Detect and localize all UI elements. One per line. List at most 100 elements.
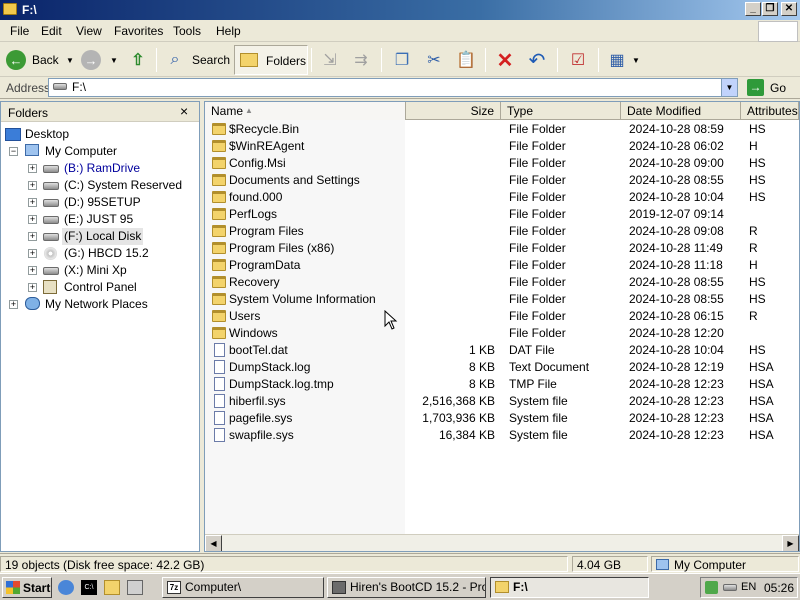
menu-file[interactable]: File (10, 24, 29, 38)
list-item[interactable]: Config.Msi File Folder 2024-10-28 09:00 HS (205, 155, 799, 172)
list-item[interactable]: Program Files (x86) File Folder 2024-10-28… (205, 240, 799, 257)
list-item[interactable]: Windows File Folder 2024-10-28 12:20 (205, 325, 799, 342)
list-item[interactable]: pagefile.sys 1,703,936 KB System file 2024-… (205, 410, 799, 427)
taskbar-button-hirens[interactable]: Hiren's BootCD 15.2 - Pro... (327, 577, 486, 598)
address-dropdown-icon[interactable]: ▼ (721, 79, 737, 96)
list-item[interactable]: $WinREAgent File Folder 2024-10-28 06:02 H (205, 138, 799, 155)
expand-icon[interactable]: + (28, 283, 37, 292)
taskbar-button-computer[interactable]: 7z Computer\ (162, 577, 324, 598)
folder-icon (212, 242, 226, 254)
menu-edit[interactable]: Edit (41, 24, 62, 38)
taskbar-button-f-drive[interactable]: F:\ (490, 577, 649, 598)
menu-bar: File Edit View Favorites Tools Help (0, 20, 800, 42)
delete-icon[interactable]: ✕ (494, 49, 516, 72)
expand-icon[interactable]: + (28, 215, 37, 224)
folder-icon (212, 276, 226, 288)
drive-icon[interactable] (723, 584, 737, 591)
recycle-icon[interactable] (705, 581, 718, 594)
cell-type: File Folder (509, 309, 566, 323)
cell-name: ProgramData (229, 258, 301, 272)
list-item[interactable]: Recovery File Folder 2024-10-28 08:55 HS (205, 274, 799, 291)
forward-icon[interactable]: → (80, 49, 102, 71)
cell-name: found.000 (229, 190, 283, 204)
cell-attributes: HS (749, 122, 766, 136)
column-header-size[interactable]: Size (406, 102, 501, 120)
go-button[interactable]: → Go (745, 79, 795, 97)
column-header-attributes[interactable]: Attributes (741, 102, 799, 120)
search-icon[interactable]: ⌕ (164, 49, 186, 71)
column-header-date-modified[interactable]: Date Modified (621, 102, 741, 120)
column-header-type[interactable]: Type (501, 102, 621, 120)
search-button-label[interactable]: Search (192, 53, 230, 67)
folder-icon (212, 225, 226, 237)
menu-help[interactable]: Help (216, 24, 241, 38)
list-item[interactable]: DumpStack.log 8 KB Text Document 2024-10-28… (205, 359, 799, 376)
menu-favorites[interactable]: Favorites (114, 24, 163, 38)
start-button[interactable]: Start (2, 577, 52, 598)
language-indicator[interactable]: EN (741, 581, 756, 593)
menu-view[interactable]: View (76, 24, 102, 38)
expand-icon[interactable]: + (28, 164, 37, 173)
internet-explorer-icon[interactable] (58, 580, 74, 595)
copy-icon[interactable]: ❐ (391, 49, 413, 71)
collapse-icon[interactable]: − (9, 147, 18, 156)
file-icon (214, 343, 225, 357)
list-item[interactable]: found.000 File Folder 2024-10-28 10:04 HS (205, 189, 799, 206)
scroll-right-button[interactable]: ▶ (782, 535, 799, 551)
column-header-name[interactable]: Name ▲ (205, 102, 406, 120)
clock: 05:26 (764, 581, 795, 595)
up-folder-icon[interactable]: ⇧ (127, 49, 149, 71)
expand-icon[interactable]: + (28, 181, 37, 190)
folder-icon (212, 140, 226, 152)
cell-type: Text Document (509, 360, 590, 374)
back-dropdown-icon[interactable]: ▼ (66, 56, 74, 65)
cut-icon[interactable]: ✂ (423, 49, 445, 71)
copy-to-icon[interactable]: ⇉ (350, 49, 372, 71)
folder-icon (3, 3, 17, 15)
list-item[interactable]: hiberfil.sys 2,516,368 KB System file 2024-… (205, 393, 799, 410)
menu-tools[interactable]: Tools (173, 24, 201, 38)
list-item[interactable]: swapfile.sys 16,384 KB System file 2024-10-… (205, 427, 799, 444)
back-icon[interactable]: ← (5, 49, 27, 71)
list-item[interactable]: bootTel.dat 1 KB DAT File 2024-10-28 10:04 H… (205, 342, 799, 359)
explorer-icon[interactable] (104, 580, 120, 595)
list-item[interactable]: System Volume Information File Folder 2024… (205, 291, 799, 308)
horizontal-scrollbar[interactable]: ◀ ▶ (205, 534, 799, 551)
title-bar[interactable]: F:\ _ ❐ ✕ (0, 0, 800, 20)
cell-type: System file (509, 428, 568, 442)
properties-icon[interactable]: ☑ (567, 49, 589, 71)
cell-type: File Folder (509, 156, 566, 170)
expand-icon[interactable]: + (9, 300, 18, 309)
list-item[interactable]: Program Files File Folder 2024-10-28 09:08… (205, 223, 799, 240)
list-item[interactable]: Documents and Settings File Folder 2024-10… (205, 172, 799, 189)
expand-icon[interactable]: + (28, 232, 37, 241)
cell-name: pagefile.sys (229, 411, 293, 425)
expand-icon[interactable]: + (28, 249, 37, 258)
expand-icon[interactable]: + (28, 266, 37, 275)
drive-icon (43, 216, 59, 224)
cell-name: swapfile.sys (229, 428, 294, 442)
list-item[interactable]: $Recycle.Bin File Folder 2024-10-28 08:59 H… (205, 121, 799, 138)
minimize-button[interactable]: _ (745, 2, 761, 16)
list-item[interactable]: Users File Folder 2024-10-28 06:15 R (205, 308, 799, 325)
undo-icon[interactable]: ↶ (526, 49, 548, 72)
command-prompt-icon[interactable]: C:\ (81, 580, 97, 595)
back-button-label[interactable]: Back (32, 53, 59, 67)
list-item[interactable]: DumpStack.log.tmp 8 KB TMP File 2024-10-28 … (205, 376, 799, 393)
list-item[interactable]: ProgramData File Folder 2024-10-28 11:18 H (205, 257, 799, 274)
close-button[interactable]: ✕ (781, 2, 797, 16)
paste-icon[interactable]: 📋 (455, 49, 477, 71)
maximize-button[interactable]: ❐ (762, 2, 778, 16)
folders-pane-close-button[interactable]: × (180, 103, 188, 119)
show-desktop-icon[interactable] (127, 580, 143, 595)
list-item[interactable]: PerfLogs File Folder 2019-12-07 09:14 (205, 206, 799, 223)
move-to-icon[interactable]: ⇲ (319, 49, 341, 71)
views-dropdown-icon[interactable]: ▼ (632, 56, 640, 65)
folders-button[interactable]: Folders (234, 45, 308, 75)
expand-icon[interactable]: + (28, 198, 37, 207)
address-input[interactable]: F:\ ▼ (48, 78, 738, 97)
views-icon[interactable]: ▦ (606, 49, 628, 71)
cell-date-modified: 2024-10-28 09:08 (629, 224, 724, 238)
scroll-left-button[interactable]: ◀ (205, 535, 222, 551)
forward-dropdown-icon[interactable]: ▼ (110, 56, 118, 65)
